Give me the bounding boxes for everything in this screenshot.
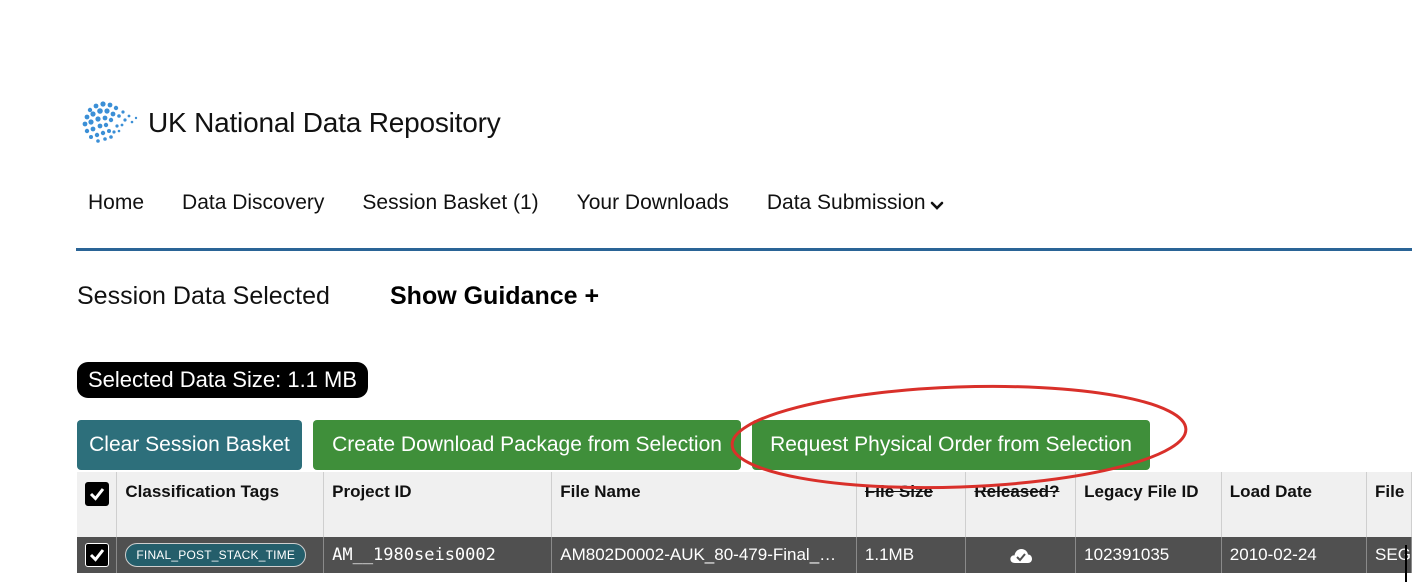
nav-divider <box>76 248 1412 251</box>
select-all-cell[interactable] <box>77 472 118 537</box>
nav-home[interactable]: Home <box>88 191 144 215</box>
selected-data-size-badge: Selected Data Size: 1.1 MB <box>77 362 369 398</box>
show-guidance-toggle[interactable]: Show Guidance + <box>390 282 599 311</box>
nav-session-basket[interactable]: Session Basket (1) <box>362 191 538 215</box>
nda-dots-logo-icon <box>82 101 138 143</box>
page-title: Session Data Selected <box>77 282 330 310</box>
row-checkbox[interactable] <box>85 543 109 567</box>
brand[interactable]: UK National Data Repository <box>78 96 501 150</box>
col-load-date[interactable]: Load Date <box>1221 472 1368 537</box>
chevron-down-icon <box>930 201 943 210</box>
nav-data-submission-label: Data Submission <box>766 191 926 214</box>
col-released[interactable]: Released? <box>965 472 1077 537</box>
released-cell <box>965 537 1077 573</box>
col-project-id[interactable]: Project ID <box>323 472 553 537</box>
select-all-checkbox[interactable] <box>85 482 109 506</box>
project-id-cell: AM__1980seis0002 <box>323 537 553 573</box>
clear-session-basket-button[interactable]: Clear Session Basket <box>77 420 302 470</box>
page: UK National Data Repository Home Data Di… <box>0 0 1412 582</box>
nav-data-discovery[interactable]: Data Discovery <box>182 191 324 215</box>
col-file-size[interactable]: File Size <box>856 472 967 537</box>
session-data-table: Classification Tags Project ID File Name… <box>77 472 1412 573</box>
create-download-package-button[interactable]: Create Download Package from Selection <box>313 420 741 470</box>
nav-data-submission[interactable]: Data Submission <box>767 191 944 215</box>
legacy-file-id-cell: 102391035 <box>1075 537 1222 573</box>
checkmark-icon <box>89 549 105 562</box>
col-file[interactable]: File <box>1366 472 1412 537</box>
col-classification-tags[interactable]: Classification Tags <box>116 472 325 537</box>
brand-title: UK National Data Repository <box>148 107 501 138</box>
main-nav: Home Data Discovery Session Basket (1) Y… <box>88 188 982 218</box>
file-name-cell[interactable]: AM802D0002-AUK_80-479-Final_… <box>551 537 857 573</box>
row-select-cell[interactable] <box>77 537 118 573</box>
request-physical-order-button[interactable]: Request Physical Order from Selection <box>752 420 1150 470</box>
nav-your-downloads[interactable]: Your Downloads <box>577 191 729 215</box>
classification-tag-cell: FINAL_POST_STACK_TIME <box>116 537 325 573</box>
text-cursor-icon <box>1405 545 1407 582</box>
classification-tag[interactable]: FINAL_POST_STACK_TIME <box>125 543 307 567</box>
col-file-name[interactable]: File Name <box>551 472 857 537</box>
table-header-row: Classification Tags Project ID File Name… <box>77 472 1412 537</box>
file-size-cell: 1.1MB <box>856 537 967 573</box>
checkmark-icon <box>89 488 105 501</box>
col-legacy-file-id[interactable]: Legacy File ID <box>1075 472 1222 537</box>
load-date-cell: 2010-02-24 <box>1221 537 1368 573</box>
cloud-check-icon <box>1010 548 1032 563</box>
table-row[interactable]: FINAL_POST_STACK_TIME AM__1980seis0002 A… <box>77 537 1412 573</box>
